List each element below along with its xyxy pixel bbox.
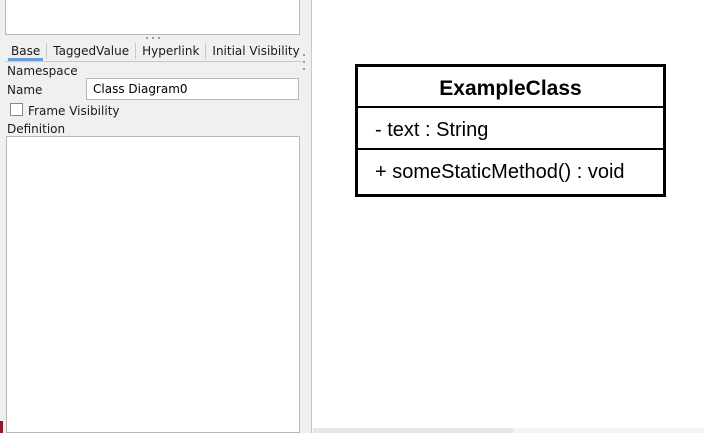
properties-panel: Base TaggedValue Hyperlink Initial Visib… — [0, 0, 312, 433]
tab-hyperlink[interactable]: Hyperlink — [135, 43, 205, 59]
definition-text-area[interactable] — [6, 136, 300, 433]
class-operation: + someStaticMethod() : void — [375, 161, 625, 183]
definition-label: Definition — [7, 122, 66, 136]
tab-initial-visibility[interactable]: Initial Visibility — [205, 43, 305, 59]
class-attributes-compartment: - text : String — [358, 108, 663, 150]
namespace-label: Namespace — [7, 64, 78, 78]
frame-visibility-checkbox[interactable] — [10, 103, 23, 116]
panel-splitter-handle[interactable] — [303, 54, 306, 70]
tab-base[interactable]: Base — [5, 43, 46, 61]
name-label: Name — [7, 83, 43, 97]
class-operations-compartment: + someStaticMethod() : void — [358, 150, 663, 194]
scrollbar-thumb[interactable] — [513, 428, 704, 433]
class-name: ExampleClass — [358, 67, 663, 108]
top-text-area[interactable] — [5, 0, 300, 35]
uml-class-box[interactable]: ExampleClass - text : String + someStati… — [355, 64, 666, 197]
frame-visibility-label: Frame Visibility — [28, 104, 120, 118]
tab-tagged-value[interactable]: TaggedValue — [46, 43, 135, 59]
horizontal-scrollbar[interactable] — [313, 428, 704, 433]
class-attribute: - text : String — [375, 119, 489, 141]
property-tabs: Base TaggedValue Hyperlink Initial Visib… — [5, 43, 301, 62]
resize-grip-handle[interactable] — [146, 36, 160, 40]
window-edge-accent — [0, 421, 3, 433]
name-field[interactable] — [86, 78, 299, 100]
